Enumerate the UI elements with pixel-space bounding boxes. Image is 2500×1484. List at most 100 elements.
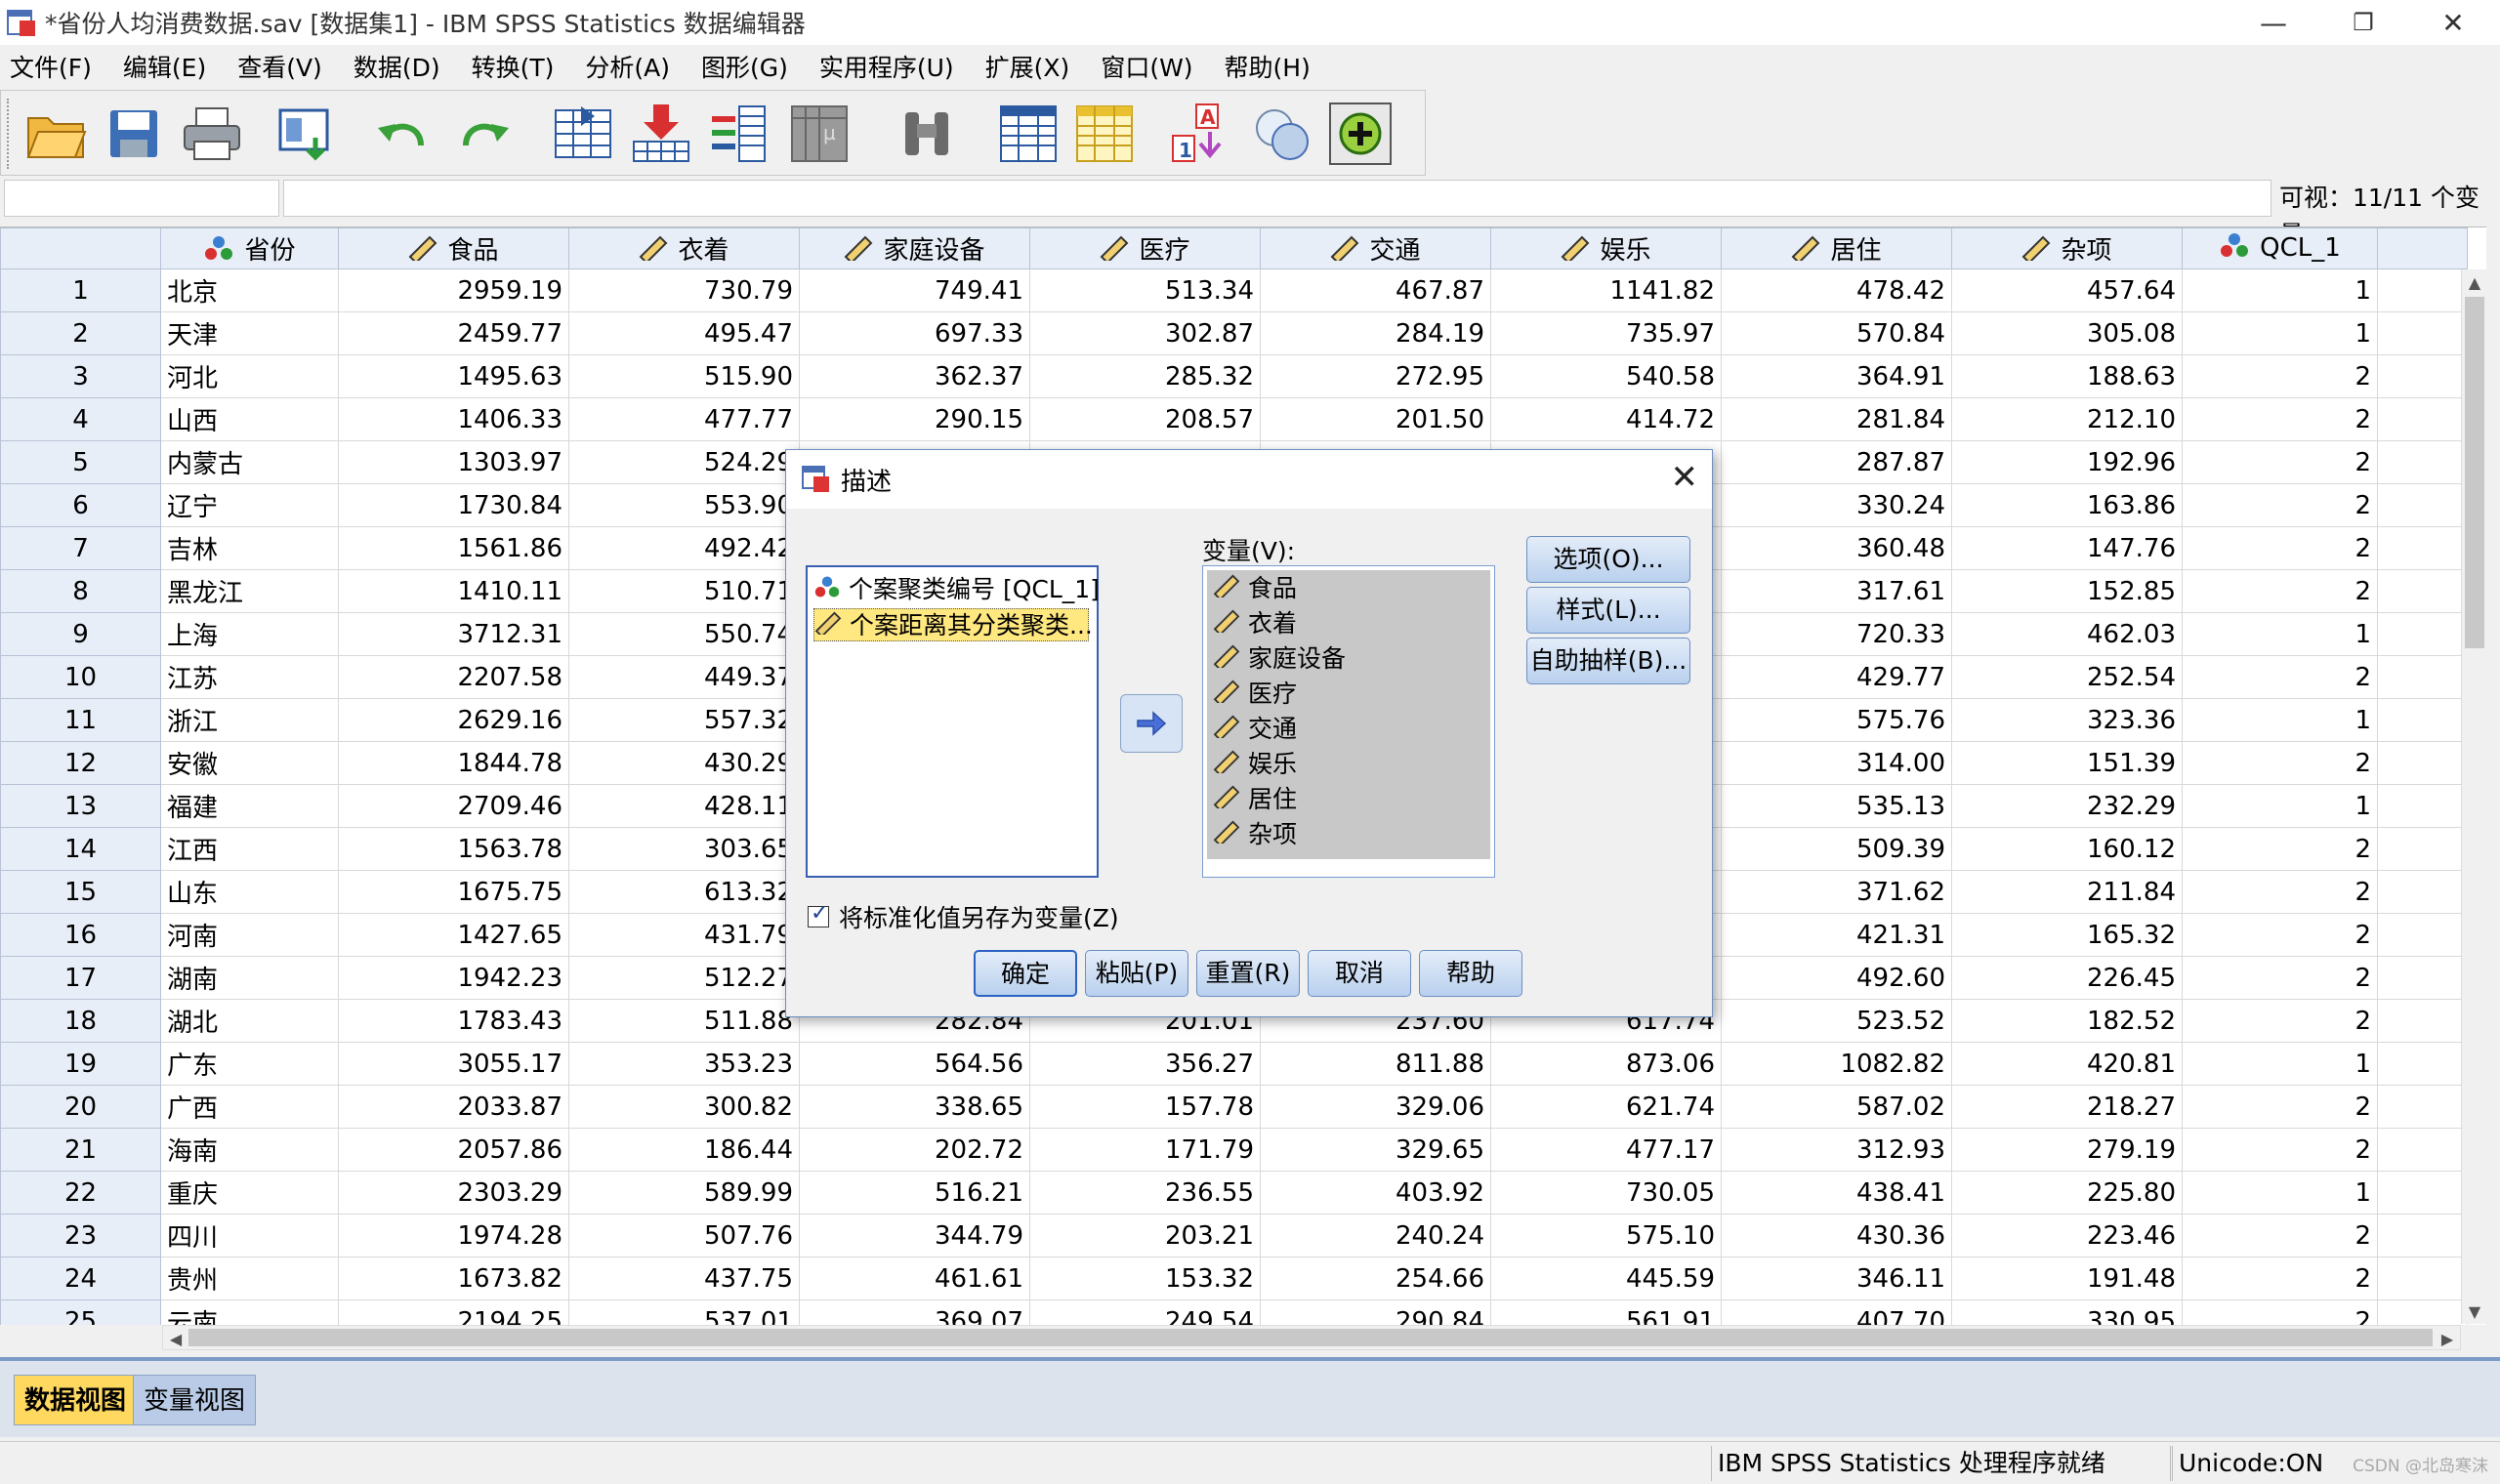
table-cell[interactable]: 540.58: [1490, 354, 1722, 398]
table-cell[interactable]: 辽宁: [160, 483, 339, 527]
table-cell[interactable]: 232.29: [1951, 784, 2183, 828]
horizontal-scrollbar[interactable]: ◀ ▶: [162, 1325, 2461, 1350]
row-number[interactable]: 7: [0, 526, 161, 570]
table-cell[interactable]: 吉林: [160, 526, 339, 570]
menu-view[interactable]: 查看(V): [228, 49, 336, 88]
table-cell[interactable]: 191.48: [1951, 1257, 2183, 1300]
table-cell[interactable]: 492.60: [1721, 956, 1952, 1000]
table-cell[interactable]: 364.91: [1721, 354, 1952, 398]
table-cell[interactable]: 160.12: [1951, 827, 2183, 871]
row-number[interactable]: 18: [0, 999, 161, 1043]
row-number[interactable]: 23: [0, 1214, 161, 1257]
empty-cell[interactable]: [2377, 1214, 2468, 1257]
table-cell[interactable]: 1675.75: [338, 870, 569, 914]
table-cell[interactable]: 356.27: [1029, 1042, 1261, 1086]
row-number[interactable]: 3: [0, 354, 161, 398]
table-cell[interactable]: 317.61: [1721, 569, 1952, 613]
menu-utilities[interactable]: 实用程序(U): [810, 49, 968, 88]
menu-help[interactable]: 帮助(H): [1215, 49, 1324, 88]
table-cell[interactable]: 512.27: [568, 956, 800, 1000]
list-item[interactable]: 交通: [1213, 713, 1297, 746]
dialog-close-icon[interactable]: ✕: [1671, 458, 1699, 497]
insert-cases-icon[interactable]: [997, 103, 1060, 165]
row-number[interactable]: 24: [0, 1257, 161, 1300]
bootstrap-button[interactable]: 自助抽样(B)...: [1526, 638, 1690, 684]
table-cell[interactable]: 2459.77: [338, 311, 569, 355]
table-cell[interactable]: 广东: [160, 1042, 339, 1086]
table-cell[interactable]: 165.32: [1951, 913, 2183, 957]
table-cell[interactable]: 507.76: [568, 1214, 800, 1257]
table-cell[interactable]: 329.06: [1260, 1085, 1491, 1129]
table-cell[interactable]: 284.19: [1260, 311, 1491, 355]
table-cell[interactable]: 2: [2182, 870, 2378, 914]
table-cell[interactable]: 449.37: [568, 655, 800, 699]
table-cell[interactable]: 2: [2182, 655, 2378, 699]
table-cell[interactable]: 湖南: [160, 956, 339, 1000]
table-cell[interactable]: 186.44: [568, 1128, 800, 1172]
table-cell[interactable]: 2: [2182, 397, 2378, 441]
table-cell[interactable]: 300.82: [568, 1085, 800, 1129]
vertical-scrollbar[interactable]: ▲ ▼: [2461, 269, 2486, 1324]
horizontal-scroll-thumb[interactable]: [188, 1329, 2433, 1346]
empty-cell[interactable]: [2377, 268, 2468, 312]
value-labels-icon[interactable]: A1: [1171, 103, 1233, 165]
redo-icon[interactable]: [452, 103, 515, 165]
empty-cell[interactable]: [2377, 827, 2468, 871]
table-cell[interactable]: 2: [2182, 999, 2378, 1043]
table-cell[interactable]: 2: [2182, 741, 2378, 785]
table-cell[interactable]: 225.80: [1951, 1171, 2183, 1215]
menu-analyze[interactable]: 分析(A): [575, 49, 684, 88]
table-cell[interactable]: 1673.82: [338, 1257, 569, 1300]
table-cell[interactable]: 550.74: [568, 612, 800, 656]
row-number[interactable]: 21: [0, 1128, 161, 1172]
row-number[interactable]: 13: [0, 784, 161, 828]
table-cell[interactable]: 302.87: [1029, 311, 1261, 355]
table-cell[interactable]: 697.33: [799, 311, 1030, 355]
empty-cell[interactable]: [2377, 311, 2468, 355]
table-cell[interactable]: 344.79: [799, 1214, 1030, 1257]
table-cell[interactable]: 492.42: [568, 526, 800, 570]
save-icon[interactable]: [103, 103, 165, 165]
style-button[interactable]: 样式(L)...: [1526, 587, 1690, 634]
table-cell[interactable]: 2303.29: [338, 1171, 569, 1215]
table-cell[interactable]: 2: [2182, 354, 2378, 398]
table-cell[interactable]: 290.84: [1260, 1299, 1491, 1325]
table-cell[interactable]: 430.29: [568, 741, 800, 785]
table-cell[interactable]: 202.72: [799, 1128, 1030, 1172]
table-cell[interactable]: 江苏: [160, 655, 339, 699]
row-number[interactable]: 19: [0, 1042, 161, 1086]
table-cell[interactable]: 湖北: [160, 999, 339, 1043]
table-row[interactable]: 20 广西 2033.87 300.82 338.65 157.78 329.06 621.7…: [0, 1085, 2468, 1129]
table-cell[interactable]: 218.27: [1951, 1085, 2183, 1129]
table-cell[interactable]: 735.97: [1490, 311, 1722, 355]
table-cell[interactable]: 2: [2182, 1085, 2378, 1129]
scroll-down-icon[interactable]: ▼: [2462, 1298, 2487, 1324]
list-item-selected[interactable]: 个案距离其分类聚类...: [813, 608, 1093, 641]
row-number[interactable]: 25: [0, 1299, 161, 1325]
table-cell[interactable]: 3712.31: [338, 612, 569, 656]
table-cell[interactable]: 1561.86: [338, 526, 569, 570]
table-cell[interactable]: 海南: [160, 1128, 339, 1172]
table-cell[interactable]: 236.55: [1029, 1171, 1261, 1215]
target-variable-list[interactable]: 食品 衣着 家庭设备 医疗 交通 娱乐 居住 杂项: [1202, 565, 1495, 878]
tab-variable-view[interactable]: 变量视图: [133, 1375, 257, 1425]
insert-variable-icon[interactable]: [1073, 103, 1136, 165]
table-row[interactable]: 22 重庆 2303.29 589.99 516.21 236.55 403.92 730.0…: [0, 1171, 2468, 1215]
table-cell[interactable]: 223.46: [1951, 1214, 2183, 1257]
table-cell[interactable]: 山西: [160, 397, 339, 441]
row-number[interactable]: 1: [0, 268, 161, 312]
save-standardized-checkbox[interactable]: 将标准化值另存为变量(Z): [808, 899, 1119, 934]
corner-cell[interactable]: [0, 227, 161, 269]
table-cell[interactable]: 811.88: [1260, 1042, 1491, 1086]
table-cell[interactable]: 457.64: [1951, 268, 2183, 312]
column-header[interactable]: 杂项: [1951, 227, 2183, 269]
table-cell[interactable]: 1563.78: [338, 827, 569, 871]
table-cell[interactable]: 495.47: [568, 311, 800, 355]
table-cell[interactable]: 广西: [160, 1085, 339, 1129]
row-number[interactable]: 11: [0, 698, 161, 742]
empty-cell[interactable]: [2377, 354, 2468, 398]
tab-data-view[interactable]: 数据视图: [14, 1375, 138, 1425]
table-cell[interactable]: 天津: [160, 311, 339, 355]
table-cell[interactable]: 内蒙古: [160, 440, 339, 484]
table-cell[interactable]: 1: [2182, 698, 2378, 742]
